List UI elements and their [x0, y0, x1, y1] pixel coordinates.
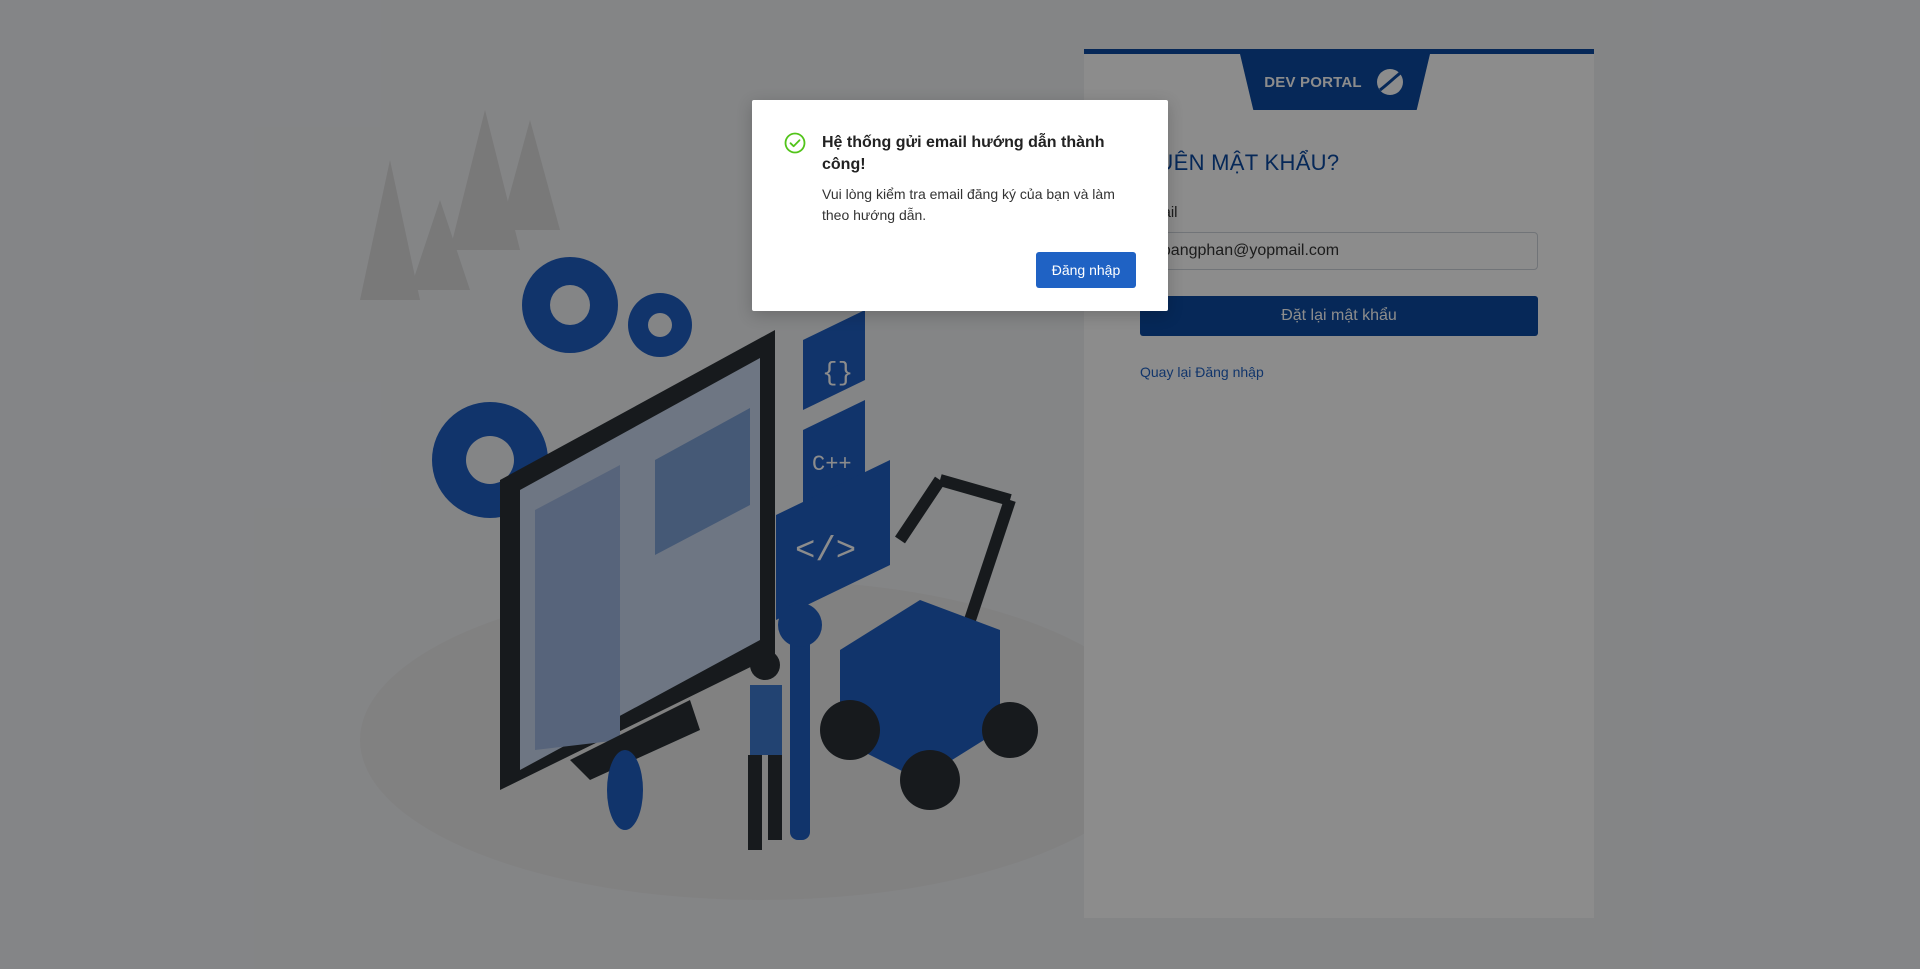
modal-title: Hệ thống gửi email hướng dẫn thành công!	[822, 134, 1105, 173]
forgot-password-page: {} C++ </> DEV PORTAL QUÊN MẬT KHẨU? hoa…	[0, 0, 1920, 969]
check-circle-icon	[784, 132, 806, 154]
modal-message: Vui lòng kiểm tra email đăng ký của bạn …	[822, 186, 1115, 223]
success-modal: Hệ thống gửi email hướng dẫn thành công!…	[752, 100, 1168, 311]
login-button[interactable]: Đăng nhập	[1036, 252, 1136, 288]
